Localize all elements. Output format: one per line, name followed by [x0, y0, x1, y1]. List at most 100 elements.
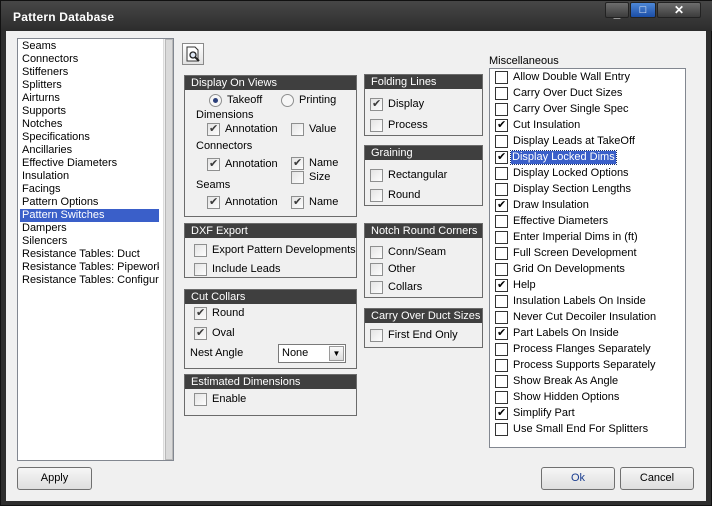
sidebar-item[interactable]: Effective Diameters: [20, 157, 159, 170]
folding-lines-group: Folding Lines Display Process: [364, 74, 483, 136]
checkbox[interactable]: [207, 158, 220, 171]
checkbox-label: Show Break As Angle: [513, 375, 619, 387]
checkbox[interactable]: [495, 215, 508, 228]
nest-angle-label: Nest Angle: [190, 347, 244, 359]
minimize-icon: _: [613, 6, 621, 20]
sidebar-item[interactable]: Stiffeners: [20, 66, 159, 79]
sidebar-item[interactable]: Resistance Tables: Pipework: [20, 261, 159, 274]
checkbox[interactable]: [495, 71, 508, 84]
dialog-body: Seams Connectors Stiffeners Splitters Airtur…: [6, 31, 706, 501]
radio-dot[interactable]: [209, 94, 222, 107]
sidebar-item[interactable]: Airturns: [20, 92, 159, 105]
checkbox-label: Draw Insulation: [513, 199, 589, 211]
preview-button[interactable]: [182, 43, 204, 65]
checkbox-label: Carry Over Single Spec: [513, 103, 629, 115]
scrollbar-thumb[interactable]: [165, 39, 173, 460]
sidebar-item[interactable]: Dampers: [20, 222, 159, 235]
maximize-button[interactable]: □: [630, 2, 656, 18]
checkbox[interactable]: [370, 329, 383, 342]
checkbox[interactable]: [495, 359, 508, 372]
checkbox-label: Process: [388, 119, 428, 131]
checkbox[interactable]: [495, 279, 508, 292]
checkbox[interactable]: [194, 263, 207, 276]
sidebar-item[interactable]: Pattern Options: [20, 196, 159, 209]
sidebar-item[interactable]: Ancillaries: [20, 144, 159, 157]
chevron-down-icon[interactable]: ▼: [329, 346, 344, 361]
checkbox-label: Annotation: [225, 158, 278, 170]
checkbox[interactable]: [370, 169, 383, 182]
checkbox[interactable]: [370, 189, 383, 202]
checkbox[interactable]: [207, 123, 220, 136]
takeoff-label: Takeoff: [227, 94, 263, 106]
checkbox-label: Enter Imperial Dims in (ft): [513, 231, 638, 243]
category-list[interactable]: Seams Connectors Stiffeners Splitters Airtur…: [17, 38, 174, 461]
minimize-button[interactable]: _: [605, 2, 629, 20]
checkbox[interactable]: [495, 183, 508, 196]
checkbox[interactable]: [291, 196, 304, 209]
radio-dot[interactable]: [281, 94, 294, 107]
checkbox[interactable]: [291, 123, 304, 136]
checkbox[interactable]: [495, 231, 508, 244]
list-scrollbar[interactable]: [163, 39, 173, 460]
checkbox[interactable]: [370, 246, 383, 259]
nest-angle-select[interactable]: None ▼: [278, 344, 346, 363]
checkbox[interactable]: [370, 281, 383, 294]
sidebar-item[interactable]: Silencers: [20, 235, 159, 248]
checkbox[interactable]: [495, 391, 508, 404]
group-title: Display On Views: [185, 76, 356, 90]
checkbox[interactable]: [495, 103, 508, 116]
group-title: Folding Lines: [365, 75, 482, 89]
checkbox[interactable]: [495, 167, 508, 180]
sidebar-item[interactable]: Supports: [20, 105, 159, 118]
window-title: Pattern Database: [13, 10, 115, 24]
checkbox[interactable]: [370, 263, 383, 276]
sidebar-item[interactable]: Facings: [20, 183, 159, 196]
sidebar-item[interactable]: Pattern Switches: [20, 209, 159, 222]
sidebar-item[interactable]: Insulation: [20, 170, 159, 183]
checkbox[interactable]: [291, 157, 304, 170]
checkbox[interactable]: [495, 135, 508, 148]
checkbox[interactable]: [495, 151, 508, 164]
miscellaneous-list[interactable]: Allow Double Wall Entry Carry Over Duct S…: [489, 68, 686, 448]
sidebar-item[interactable]: Seams: [20, 40, 159, 53]
checkbox-label: Round: [212, 307, 245, 319]
button-label: Apply: [40, 472, 69, 484]
checkbox[interactable]: [495, 119, 508, 132]
sidebar-item[interactable]: Resistance Tables: Duct: [20, 248, 159, 261]
checkbox[interactable]: [194, 244, 207, 257]
checkbox[interactable]: [194, 393, 207, 406]
checkbox[interactable]: [495, 375, 508, 388]
checkbox[interactable]: [495, 87, 508, 100]
checkbox[interactable]: [495, 407, 508, 420]
checkbox[interactable]: [495, 327, 508, 340]
checkbox[interactable]: [495, 343, 508, 356]
checkbox[interactable]: [495, 423, 508, 436]
checkbox-label: Effective Diameters: [513, 215, 609, 227]
checkbox[interactable]: [207, 196, 220, 209]
checkbox[interactable]: [495, 247, 508, 260]
close-icon: ✕: [673, 3, 685, 17]
checkbox[interactable]: [194, 307, 207, 320]
checkbox[interactable]: [194, 327, 207, 340]
sidebar-item[interactable]: Notches: [20, 118, 159, 131]
sidebar-item[interactable]: Connectors: [20, 53, 159, 66]
title-bar[interactable]: Pattern Database _ □ ✕: [1, 1, 712, 31]
checkbox[interactable]: [495, 199, 508, 212]
cancel-button[interactable]: Cancel: [620, 467, 694, 490]
checkbox-label: Allow Double Wall Entry: [513, 71, 630, 83]
checkbox[interactable]: [291, 171, 304, 184]
checkbox[interactable]: [495, 263, 508, 276]
checkbox-label: Name: [309, 157, 339, 169]
sidebar-item[interactable]: Resistance Tables: Configura: [20, 274, 159, 287]
checkbox[interactable]: [495, 295, 508, 308]
sidebar-item[interactable]: Specifications: [20, 131, 159, 144]
ok-button[interactable]: Ok: [541, 467, 615, 490]
checkbox-label: Name: [309, 196, 339, 208]
checkbox[interactable]: [495, 311, 508, 324]
apply-button[interactable]: Apply: [17, 467, 92, 490]
checkbox[interactable]: [370, 119, 383, 132]
checkbox-label: Display Locked Dims: [510, 150, 617, 165]
checkbox[interactable]: [370, 98, 383, 111]
sidebar-item[interactable]: Splitters: [20, 79, 159, 92]
close-button[interactable]: ✕: [657, 2, 701, 18]
